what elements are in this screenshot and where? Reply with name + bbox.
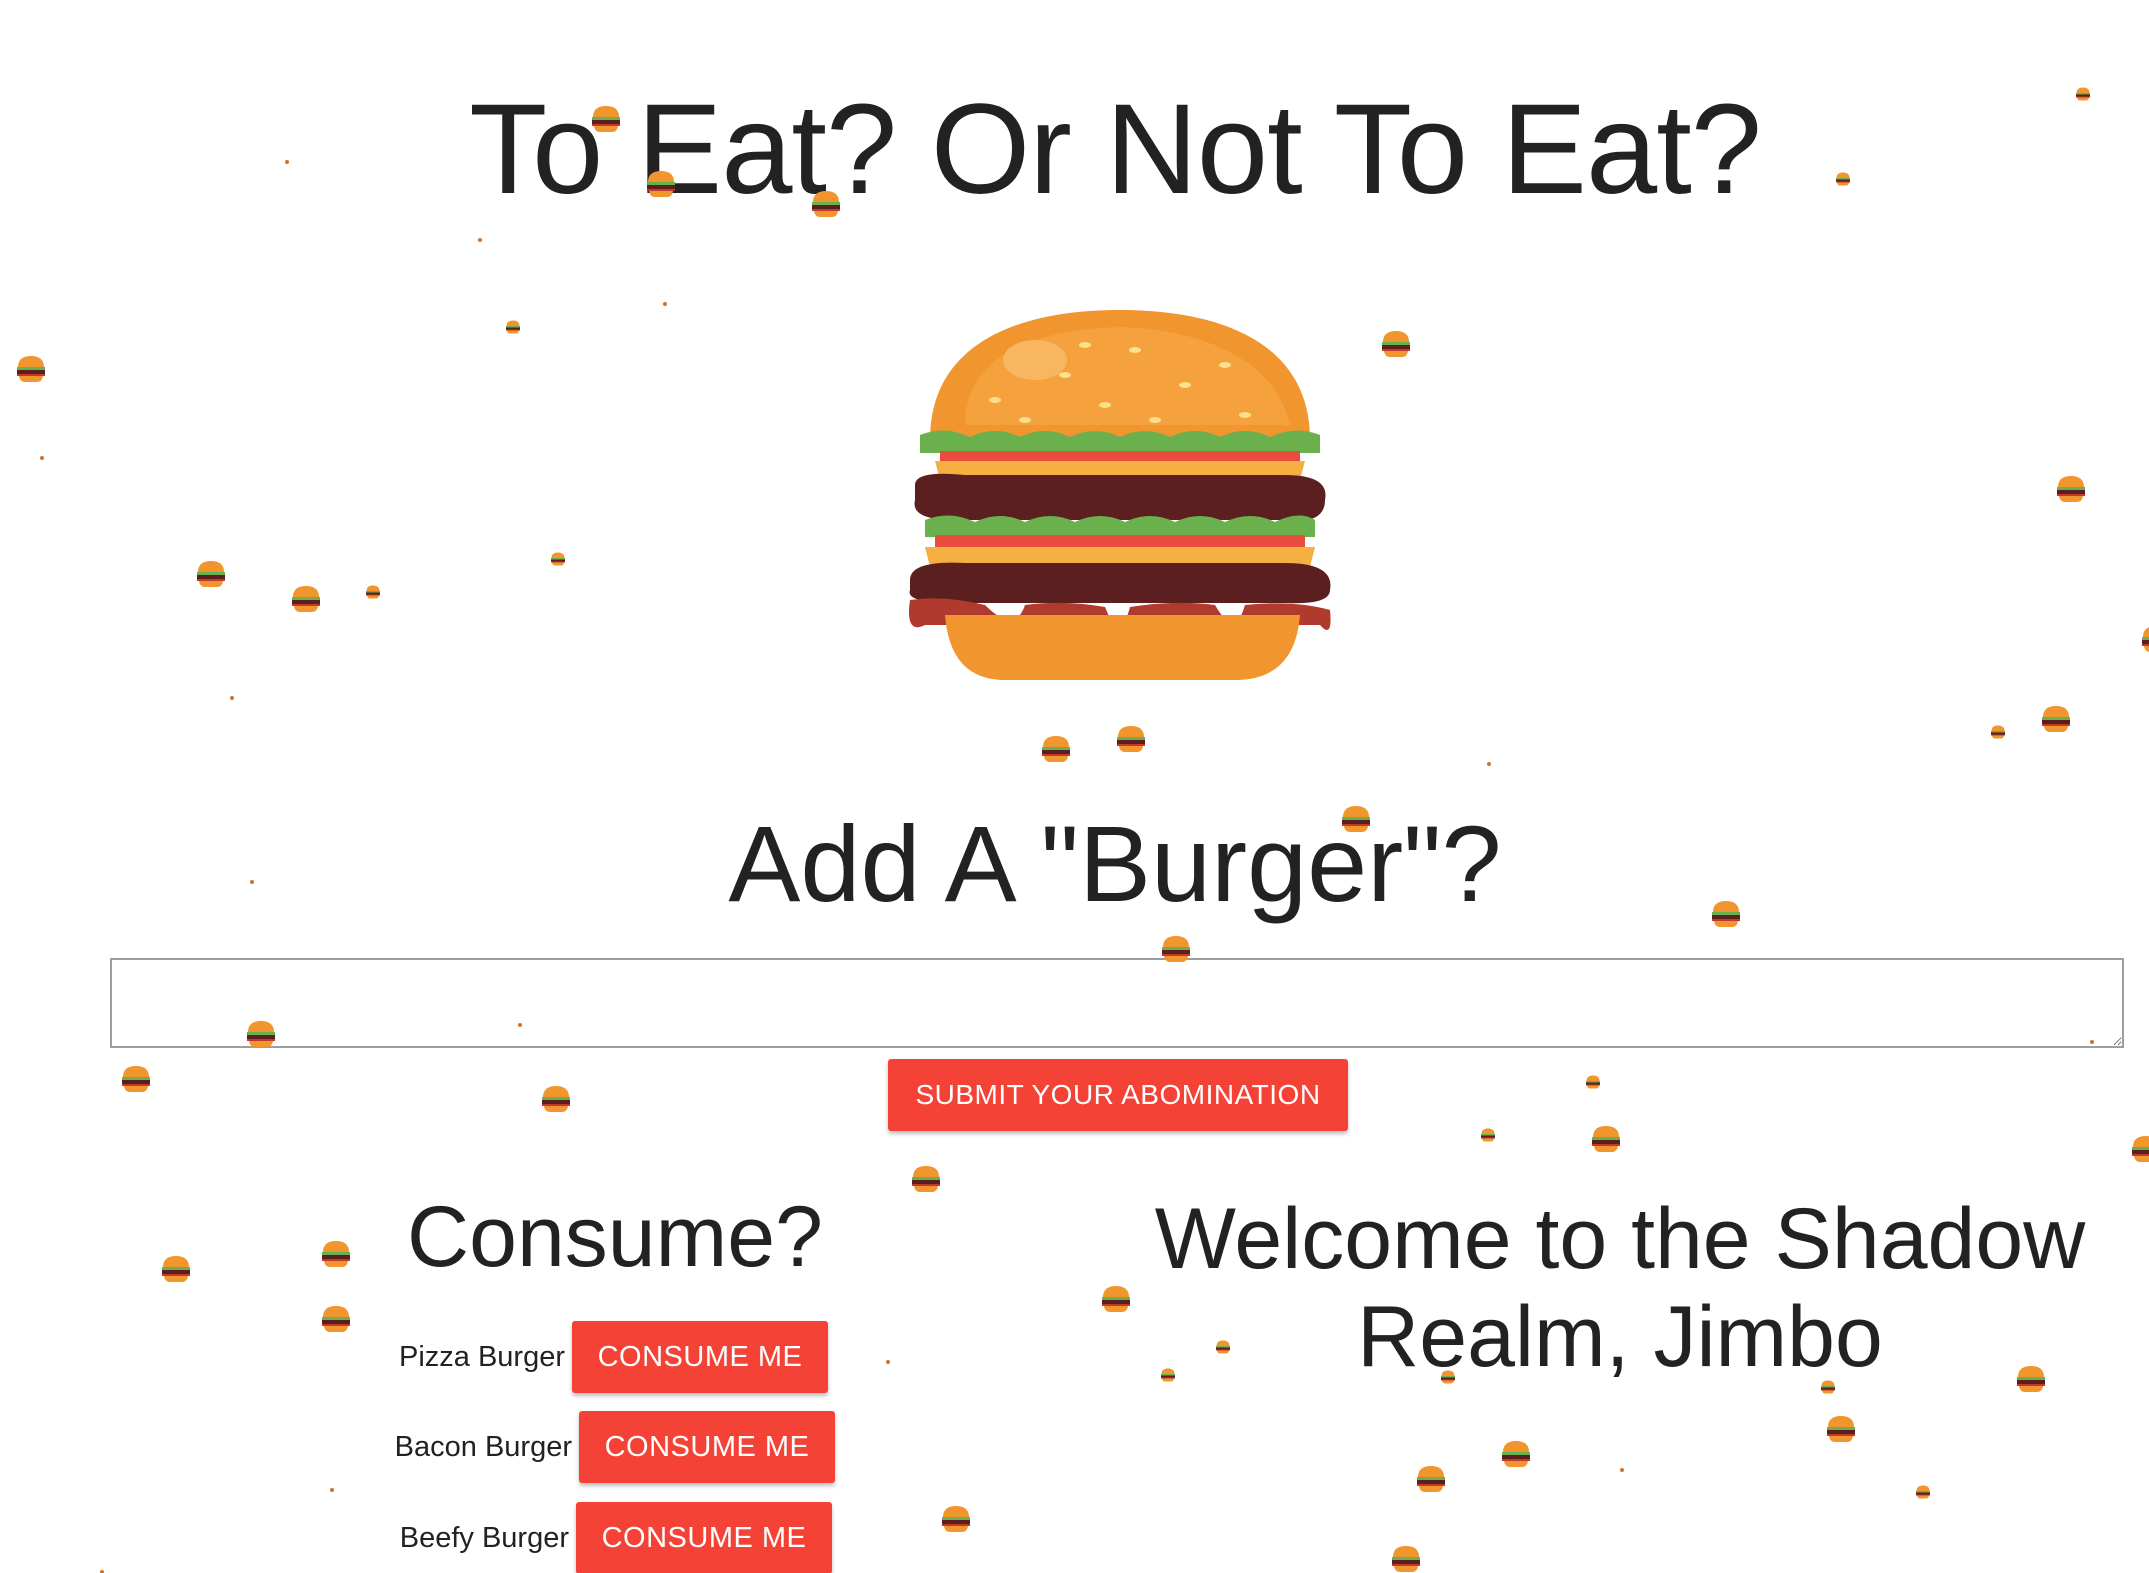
mini-burger-icon xyxy=(2130,1135,2149,1163)
mini-burger-icon xyxy=(1990,725,2006,739)
mini-burger-icon xyxy=(505,320,521,334)
mini-burger-icon xyxy=(1440,1370,1456,1384)
mini-burger-icon xyxy=(1825,1415,1857,1443)
mini-burger-icon xyxy=(120,1065,152,1093)
mini-burger-icon xyxy=(1040,735,1072,763)
mini-burger-icon xyxy=(195,560,227,588)
crumb-dot xyxy=(663,302,667,306)
mini-burger-icon xyxy=(1915,1485,1931,1499)
list-item: Beefy Burger CONSUME ME xyxy=(380,1502,840,1573)
burger-name: Pizza Burger xyxy=(398,1340,565,1373)
burger-name: Bacon Burger xyxy=(394,1430,572,1463)
mini-burger-icon xyxy=(2055,475,2087,503)
list-item: Pizza Burger CONSUME ME xyxy=(380,1321,830,1393)
mini-burger-icon xyxy=(15,355,47,383)
crumb-dot xyxy=(1620,1468,1624,1472)
mini-burger-icon xyxy=(2040,705,2072,733)
mini-burger-icon xyxy=(320,1305,352,1333)
mini-burger-icon xyxy=(160,1255,192,1283)
page-title: To Eat? Or Not To Eat? xyxy=(469,78,1762,221)
mini-burger-icon xyxy=(590,105,622,133)
crumb-dot xyxy=(886,1360,890,1364)
mini-burger-icon xyxy=(245,1020,277,1048)
mini-burger-icon xyxy=(645,170,677,198)
crumb-dot xyxy=(230,696,234,700)
mini-burger-icon xyxy=(1590,1125,1622,1153)
burger-icon xyxy=(909,310,1331,680)
consume-button[interactable]: CONSUME ME xyxy=(572,1321,828,1393)
mini-burger-icon xyxy=(1480,1128,1496,1142)
mini-burger-icon xyxy=(2140,625,2149,653)
submit-burger-button[interactable]: SUBMIT YOUR ABOMINATION xyxy=(888,1059,1348,1131)
mini-burger-icon xyxy=(1115,725,1147,753)
page: To Eat? Or Not To Eat? Add A "Burger"? S… xyxy=(0,0,2149,1573)
crumb-dot xyxy=(518,1023,522,1027)
mini-burger-icon xyxy=(540,1085,572,1113)
mini-burger-icon xyxy=(810,190,842,218)
burger-name: Beefy Burger xyxy=(399,1521,569,1554)
mini-burger-icon xyxy=(1585,1075,1601,1089)
mini-burger-icon xyxy=(1160,1368,1176,1382)
consume-button[interactable]: CONSUME ME xyxy=(576,1502,832,1573)
crumb-dot xyxy=(40,456,44,460)
mini-burger-icon xyxy=(550,552,566,566)
mini-burger-icon xyxy=(1340,805,1372,833)
devoured-heading: Welcome to the Shadow Realm, Jimbo xyxy=(1154,1191,2086,1386)
mini-burger-icon xyxy=(1415,1465,1447,1493)
crumb-dot xyxy=(2090,1040,2094,1044)
mini-burger-icon xyxy=(365,585,381,599)
burger-name-input[interactable] xyxy=(110,958,2124,1048)
mini-burger-icon xyxy=(1820,1380,1836,1394)
crumb-dot xyxy=(250,880,254,884)
mini-burger-icon xyxy=(1160,935,1192,963)
consume-heading: Consume? xyxy=(407,1189,823,1285)
crumb-dot xyxy=(285,160,289,164)
list-item: Bacon Burger CONSUME ME xyxy=(380,1411,840,1483)
crumb-dot xyxy=(478,238,482,242)
crumb-dot xyxy=(330,1488,334,1492)
mini-burger-icon xyxy=(1100,1285,1132,1313)
mini-burger-icon xyxy=(910,1165,942,1193)
mini-burger-icon xyxy=(1390,1545,1422,1573)
consume-button[interactable]: CONSUME ME xyxy=(579,1411,835,1483)
add-burger-heading: Add A "Burger"? xyxy=(728,803,1502,924)
mini-burger-icon xyxy=(1710,900,1742,928)
mini-burger-icon xyxy=(940,1505,972,1533)
crumb-dot xyxy=(1487,762,1491,766)
mini-burger-icon xyxy=(2075,87,2091,101)
mini-burger-icon xyxy=(2015,1365,2047,1393)
mini-burger-icon xyxy=(1215,1340,1231,1354)
mini-burger-icon xyxy=(1500,1440,1532,1468)
mini-burger-icon xyxy=(320,1240,352,1268)
mini-burger-icon xyxy=(290,585,322,613)
mini-burger-icon xyxy=(1380,330,1412,358)
mini-burger-icon xyxy=(1835,172,1851,186)
